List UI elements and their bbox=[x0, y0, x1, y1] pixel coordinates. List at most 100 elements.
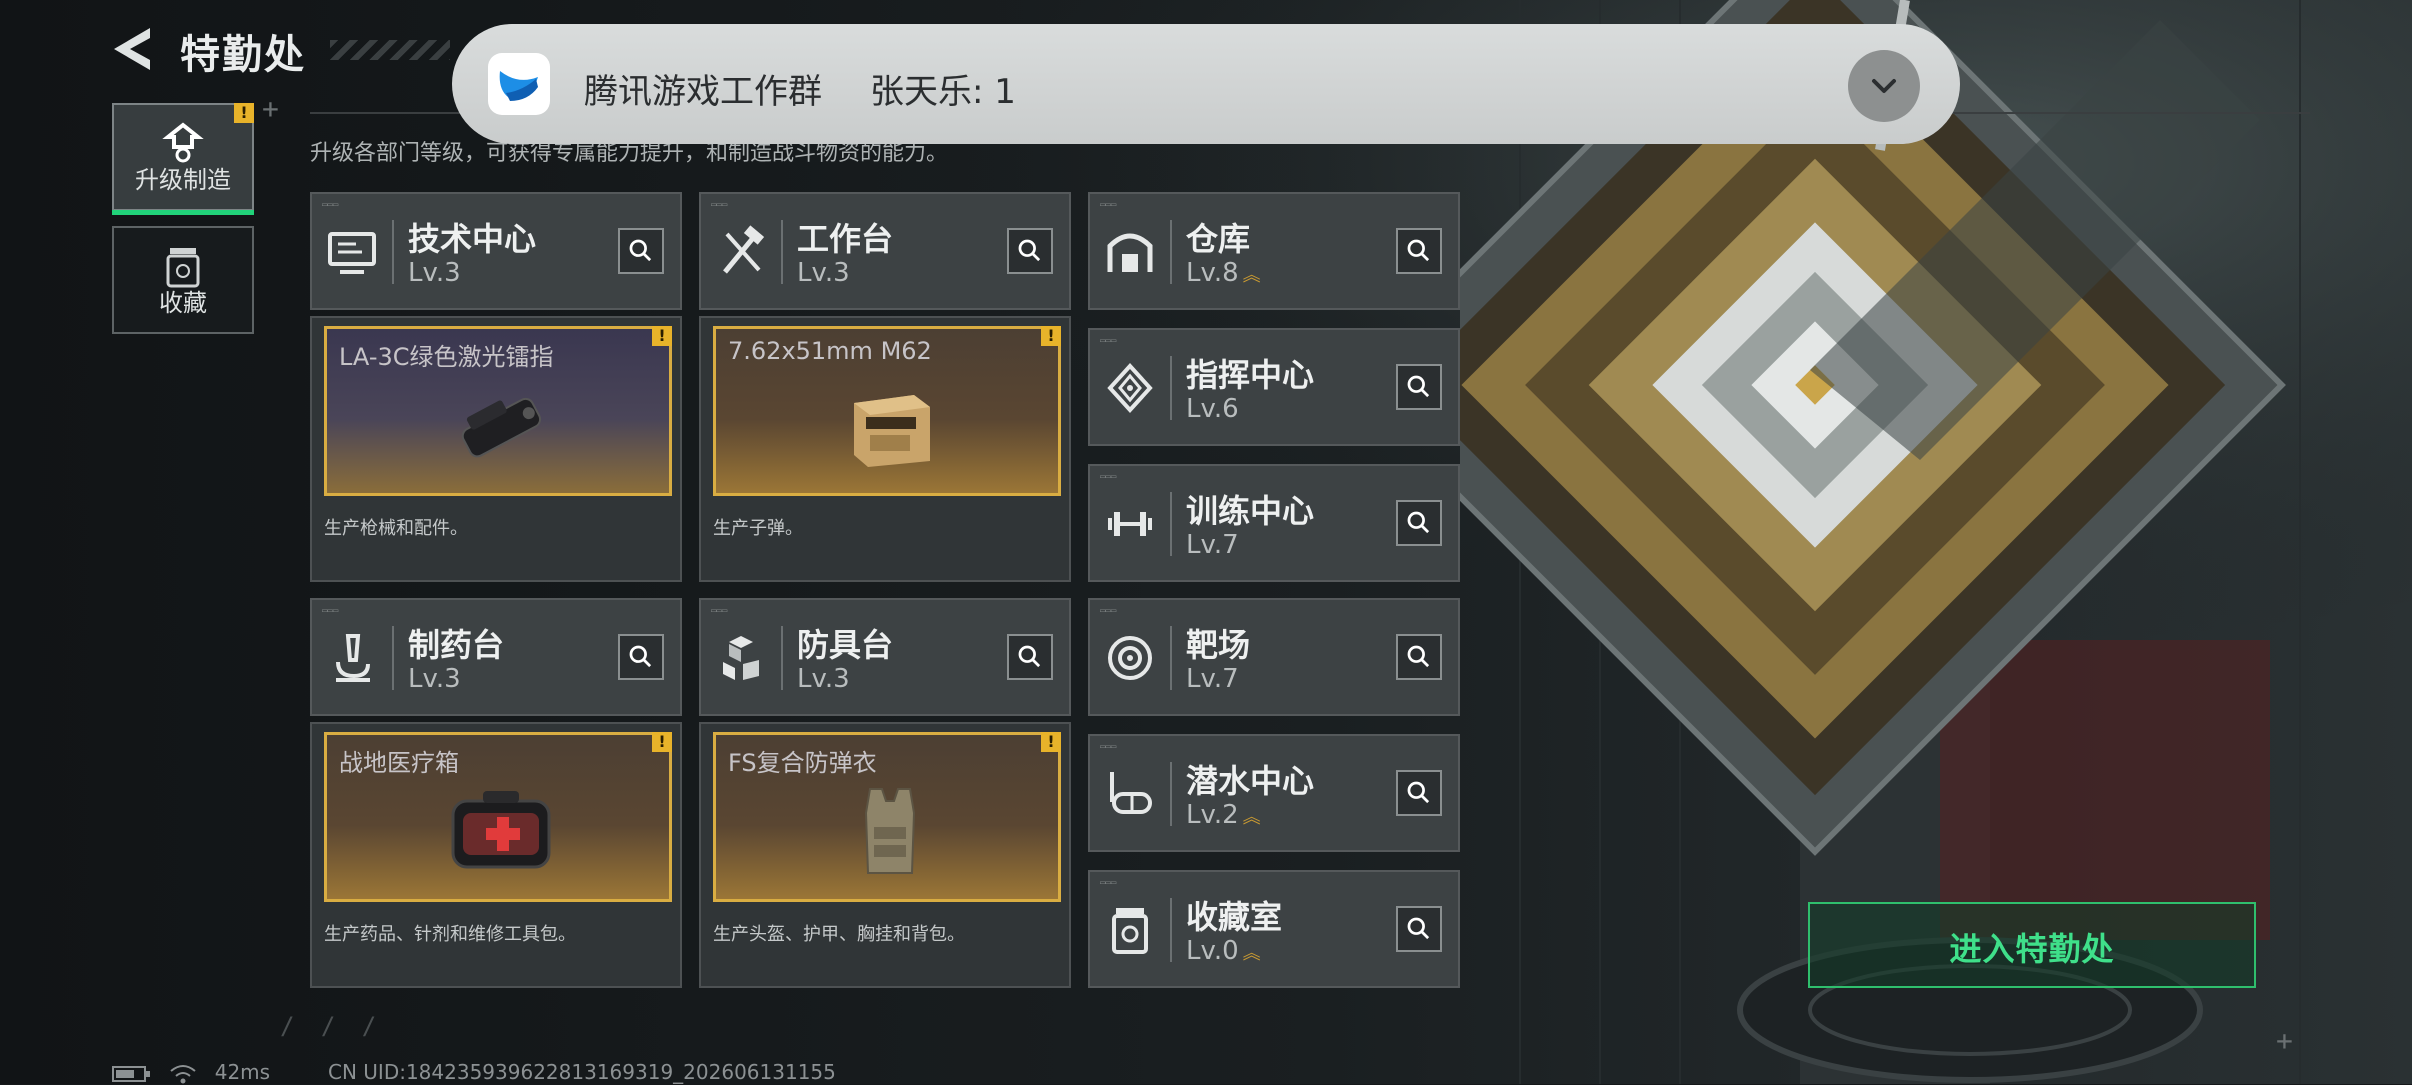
footer-slash-decor: / / / bbox=[280, 1012, 383, 1040]
search-icon[interactable] bbox=[1396, 364, 1442, 410]
page-title: 特勤处 bbox=[180, 32, 306, 78]
dept-level-value: Lv.6 bbox=[1186, 394, 1239, 424]
search-icon[interactable] bbox=[1396, 634, 1442, 680]
card-corner-code: ▭▭▭ bbox=[711, 606, 728, 616]
dept-level: Lv.2 ︽ bbox=[1186, 800, 1261, 830]
dept-name: 潜水中心 bbox=[1186, 762, 1315, 800]
search-icon[interactable] bbox=[1396, 906, 1442, 952]
production-card-armor: FS复合防弹衣 ! 生产头盔、护甲、胸挂和背包。 bbox=[699, 722, 1071, 988]
dept-card-pharmacy[interactable]: ▭▭▭ 制药台 Lv.3 bbox=[310, 598, 682, 716]
card-divider bbox=[1170, 356, 1172, 420]
production-warning-badge: ! bbox=[1041, 732, 1061, 752]
upgrade-chevron-icon: ︽ bbox=[1242, 264, 1261, 286]
app-icon bbox=[488, 53, 550, 115]
warehouse-icon bbox=[1107, 233, 1153, 272]
cubes-icon bbox=[723, 636, 759, 680]
card-divider bbox=[1170, 898, 1172, 962]
dumbbell-icon bbox=[1108, 512, 1152, 536]
search-icon[interactable] bbox=[1396, 770, 1442, 816]
dept-level-value: Lv.3 bbox=[408, 664, 461, 694]
title-stripe-decor bbox=[330, 40, 450, 60]
medical-kit-image bbox=[451, 791, 551, 869]
monitor-icon bbox=[328, 232, 376, 274]
dept-card-workbench[interactable]: ▭▭▭ 工作台 Lv.3 bbox=[699, 192, 1071, 310]
dept-card-tech-center[interactable]: ▭▭▭ 技术中心 Lv.3 bbox=[310, 192, 682, 310]
production-item-tile[interactable]: 7.62x51mm M62 ! bbox=[713, 326, 1061, 496]
production-card-tech: LA-3C绿色激光镭指 ! 生产枪械和配件。 bbox=[310, 316, 682, 582]
search-icon[interactable] bbox=[1396, 500, 1442, 546]
nav-warning-badge: ! bbox=[234, 103, 254, 123]
notification-banner[interactable]: 腾讯游戏工作群 张天乐: 1 bbox=[452, 24, 1960, 144]
search-icon[interactable] bbox=[1396, 228, 1442, 274]
dept-card-command-center[interactable]: ▭▭▭ 指挥中心 Lv.6 bbox=[1088, 328, 1460, 446]
dept-level-value: Lv.7 bbox=[1186, 530, 1239, 560]
dept-name: 防具台 bbox=[797, 626, 894, 664]
production-item-tile[interactable]: FS复合防弹衣 ! bbox=[713, 732, 1061, 902]
card-corner-code: ▭▭▭ bbox=[1100, 742, 1117, 752]
collapse-button[interactable] bbox=[1848, 50, 1920, 122]
enter-special-ops-button[interactable]: 进入特勤处 bbox=[1808, 902, 2256, 988]
dept-name: 训练中心 bbox=[1186, 492, 1315, 530]
dept-level-value: Lv.7 bbox=[1186, 664, 1239, 694]
card-divider bbox=[1170, 220, 1172, 284]
card-corner-code: ▭▭▭ bbox=[1100, 200, 1117, 210]
search-icon[interactable] bbox=[1007, 228, 1053, 274]
production-warning-badge: ! bbox=[1041, 326, 1061, 346]
nav-collection[interactable]: 收藏 bbox=[112, 226, 254, 334]
dept-level-value: Lv.3 bbox=[797, 664, 850, 694]
dept-name: 工作台 bbox=[797, 220, 894, 258]
production-card-workbench: 7.62x51mm M62 ! 生产子弹。 bbox=[699, 316, 1071, 582]
card-corner-code: ▭▭▭ bbox=[1100, 606, 1117, 616]
production-desc: 生产药品、针剂和维修工具包。 bbox=[324, 924, 576, 945]
dept-name: 靶场 bbox=[1186, 626, 1251, 664]
ping-value: 42ms bbox=[214, 1060, 271, 1084]
card-corner-code: ▭▭▭ bbox=[1100, 878, 1117, 888]
dept-level: Lv.7 bbox=[1186, 664, 1239, 694]
corner-plus-decor: + bbox=[2276, 1024, 2293, 1057]
laser-sight-image bbox=[461, 397, 542, 458]
microscope-icon bbox=[336, 634, 370, 682]
dept-level-value: Lv.0 bbox=[1186, 936, 1239, 966]
dept-card-warehouse[interactable]: ▭▭▭ 仓库 Lv.8 ︽ bbox=[1088, 192, 1460, 310]
search-icon[interactable] bbox=[618, 228, 664, 274]
dept-level: Lv.7 bbox=[1186, 530, 1239, 560]
dept-name: 技术中心 bbox=[408, 220, 537, 258]
dept-level: Lv.0 ︽ bbox=[1186, 936, 1261, 966]
dept-card-shooting-range[interactable]: ▭▭▭ 靶场 Lv.7 bbox=[1088, 598, 1460, 716]
collection-jar-icon bbox=[1112, 908, 1148, 954]
notification-app-name: 腾讯游戏工作群 bbox=[584, 72, 822, 112]
search-icon[interactable] bbox=[1007, 634, 1053, 680]
dept-level: Lv.6 bbox=[1186, 394, 1239, 424]
dept-card-training-center[interactable]: ▭▭▭ 训练中心 Lv.7 bbox=[1088, 464, 1460, 582]
ammo-box-image bbox=[854, 395, 930, 467]
nav-upgrade-craft-label: 升级制造 bbox=[135, 166, 231, 194]
dept-card-diving-center[interactable]: ▭▭▭ 潜水中心 Lv.2 ︽ bbox=[1088, 734, 1460, 852]
dept-name: 指挥中心 bbox=[1186, 356, 1315, 394]
back-arrow-icon[interactable] bbox=[110, 24, 156, 74]
dept-level-value: Lv.2 bbox=[1186, 800, 1239, 830]
dept-level: Lv.3 bbox=[797, 258, 850, 288]
card-corner-code: ▭▭▭ bbox=[322, 606, 339, 616]
production-item-name: 战地医疗箱 bbox=[339, 749, 459, 777]
nav-upgrade-craft[interactable]: 升级制造 ! bbox=[112, 103, 254, 215]
card-divider bbox=[1170, 626, 1172, 690]
production-warning-badge: ! bbox=[652, 732, 672, 752]
uid-text: CN UID:184235939622813169319_20260613115… bbox=[328, 1060, 836, 1084]
enter-special-ops-label: 进入特勤处 bbox=[1949, 930, 2115, 968]
dept-name: 仓库 bbox=[1186, 220, 1251, 258]
production-item-tile[interactable]: 战地医疗箱 ! bbox=[324, 732, 672, 902]
upgrade-chevron-icon: ︽ bbox=[1242, 942, 1261, 964]
dept-card-collection-room[interactable]: ▭▭▭ 收藏室 Lv.0 ︽ bbox=[1088, 870, 1460, 988]
card-divider bbox=[781, 626, 783, 690]
card-divider bbox=[392, 220, 394, 284]
dept-level: Lv.8 ︽ bbox=[1186, 258, 1261, 288]
card-corner-code: ▭▭▭ bbox=[711, 200, 728, 210]
dept-card-armor[interactable]: ▭▭▭ 防具台 Lv.3 bbox=[699, 598, 1071, 716]
dept-level: Lv.3 bbox=[408, 258, 461, 288]
search-icon[interactable] bbox=[618, 634, 664, 680]
status-bar: 42ms bbox=[112, 1060, 270, 1085]
corner-plus-decor: + bbox=[262, 92, 279, 125]
wifi-icon bbox=[170, 1064, 196, 1083]
diving-mask-icon bbox=[1110, 772, 1152, 814]
production-item-tile[interactable]: LA-3C绿色激光镭指 ! bbox=[324, 326, 672, 496]
